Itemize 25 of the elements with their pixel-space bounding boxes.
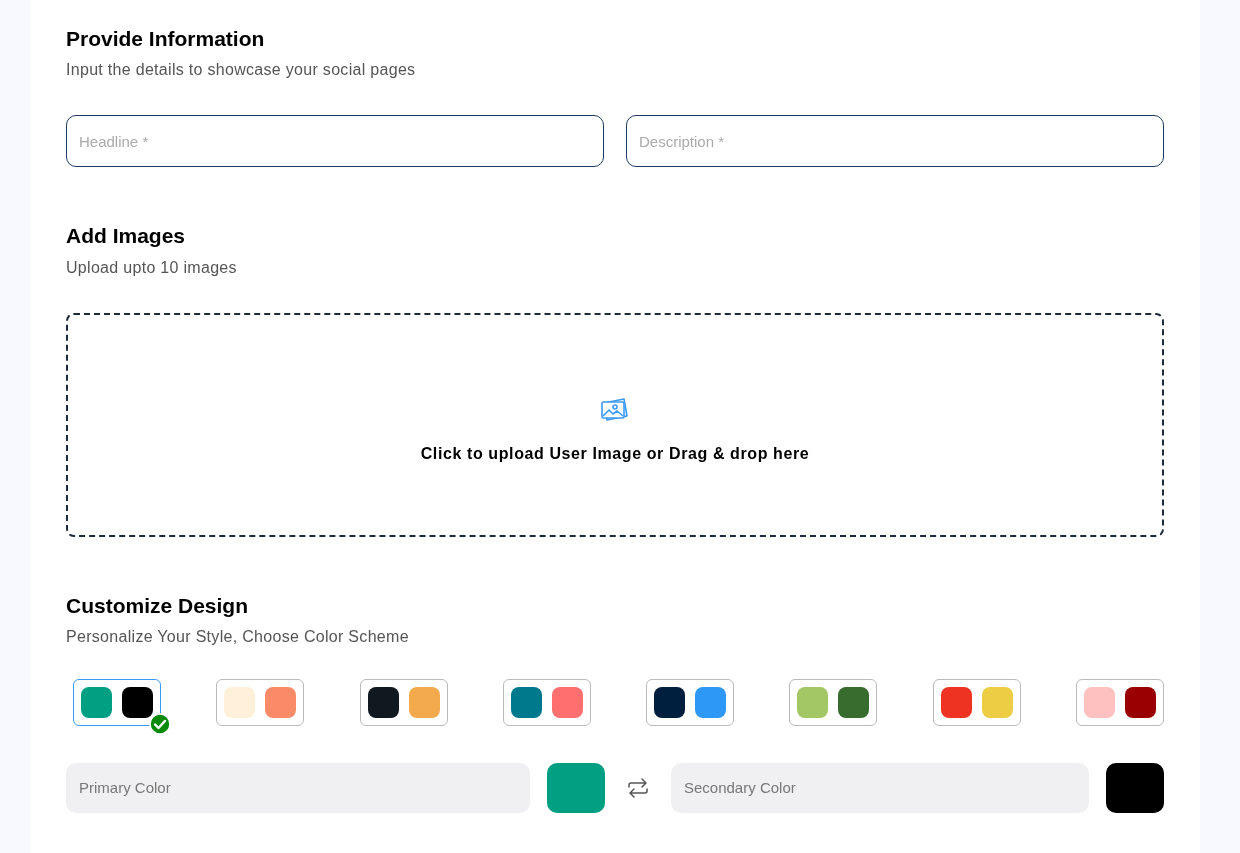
section-title: Provide Information [66, 26, 265, 52]
color-scheme-option[interactable] [789, 678, 878, 726]
color-scheme-option[interactable] [216, 678, 305, 726]
secondary-color-field[interactable]: Secondary Color [671, 762, 1089, 813]
color-scheme-option[interactable] [1075, 678, 1164, 726]
section-subtitle: Upload upto 10 images [66, 257, 237, 278]
color-preview[interactable] [1106, 762, 1164, 813]
color-scheme-option[interactable] [932, 678, 1021, 726]
check-icon [149, 712, 171, 735]
color-scheme-option[interactable] [646, 678, 735, 726]
primary-color-field[interactable]: Primary Color [66, 762, 530, 813]
text-field[interactable]: Headline * [66, 115, 604, 168]
upload-dropzone[interactable]: Click to upload User Image or Drag & drop here [66, 312, 1164, 537]
color-scheme-option[interactable] [502, 678, 591, 726]
color-scheme-option[interactable] [359, 678, 448, 726]
color-scheme-option[interactable] [73, 678, 161, 726]
section-title: Customize Design [66, 592, 249, 619]
image-icon [600, 395, 630, 424]
section-subtitle: Personalize Your Style, Choose Color Scheme [66, 626, 409, 647]
color-preview[interactable] [547, 762, 605, 813]
dropzone-text: Click to upload User Image or Drag & drop here [420, 443, 810, 464]
section-subtitle: Input the details to showcase your social pages [66, 60, 416, 81]
text-field[interactable]: Description * [626, 115, 1164, 168]
section-title: Add Images [66, 223, 186, 250]
swap-icon[interactable] [627, 777, 649, 798]
